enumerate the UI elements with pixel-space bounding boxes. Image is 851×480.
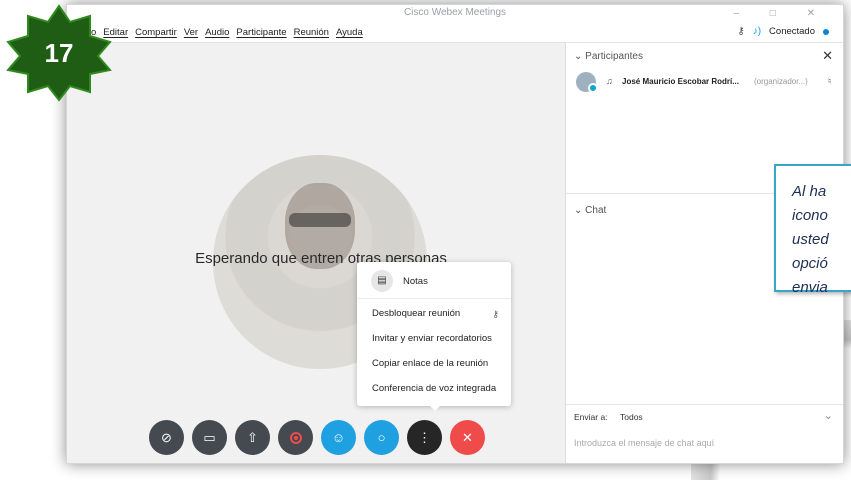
menu-participante[interactable]: Participante [236,27,286,38]
send-to-label: Enviar a: [574,412,608,422]
audio-connected-icon[interactable]: ♪) [753,26,761,37]
menu-bar: o Editar Compartir Ver Audio Participant… [67,23,843,43]
slide: Cisco Webex Meetings – □ ✕ o Editar Comp… [0,0,851,480]
video-button[interactable]: ▭ [192,420,227,455]
chat-icon: ○ [377,430,386,445]
chevron-down-icon[interactable]: ⌄ [824,409,833,422]
menu-reunion[interactable]: Reunión [294,27,329,38]
close-panel-icon[interactable]: ✕ [822,48,833,64]
title-bar: Cisco Webex Meetings – □ ✕ [67,5,843,23]
callout-text: Al ha icono usted opció envia [792,183,829,296]
lock-icon: ⚷ [492,309,499,319]
webex-window: Cisco Webex Meetings – □ ✕ o Editar Comp… [66,4,844,464]
meeting-controls: ⊘ ▭ ⇧ ☺ ○ ⋮ ✕ [149,420,485,455]
record-icon [289,431,302,444]
more-options-menu: ▤ Notas Desbloquear reunión ⚷ Invitar y … [357,262,511,406]
menu-item-voice-conference[interactable]: Conferencia de voz integrada [372,383,496,394]
menu-audio[interactable]: Audio [205,27,229,38]
key-icon[interactable]: ⚷ [737,26,744,37]
chat-header[interactable]: ⌄ Chat [574,205,606,216]
mic-icon[interactable]: ♮ [828,76,831,87]
menu-compartir[interactable]: Compartir [135,27,177,38]
meeting-stage: Esperando que entren otras personas ▤ No… [67,43,565,463]
participant-row[interactable]: ♫ José Mauricio Escobar Rodrí... (organi… [576,72,838,94]
menu-ver[interactable]: Ver [184,27,198,38]
chat-button[interactable]: ○ [364,420,399,455]
window-title: Cisco Webex Meetings [403,7,507,18]
chat-divider [566,404,843,405]
menu-item-invite[interactable]: Invitar y enviar recordatorios [372,333,492,344]
more-icon: ⋮ [418,429,431,445]
menu-item-unlock[interactable]: Desbloquear reunión [372,308,460,319]
connection-status: ⚷ ♪) Conectado [737,26,829,37]
menu-ayuda[interactable]: Ayuda [336,27,363,38]
camera-icon: ▭ [203,429,216,445]
participants-button[interactable]: ☺ [321,420,356,455]
chat-title: Chat [585,205,607,216]
mic-off-icon: ⊘ [161,429,172,445]
menu-item-copy-link[interactable]: Copiar enlace de la reunión [372,358,488,369]
status-dot-icon [823,28,829,35]
window-controls[interactable]: – □ ✕ [733,6,829,22]
notes-icon[interactable]: ▤ [371,270,393,292]
menu-divider [357,298,511,299]
headset-icon: ♫ [606,76,613,86]
chat-input[interactable] [574,433,836,453]
more-button[interactable]: ⋮ [407,420,442,455]
share-button[interactable]: ⇧ [235,420,270,455]
host-badge-icon [588,83,598,93]
callout-box: Al ha icono usted opció envia [774,164,851,296]
participants-icon: ☺ [331,430,346,445]
participants-title: Participantes [585,51,643,62]
share-icon: ⇧ [247,429,258,445]
participants-header[interactable]: ⌄ Participantes [574,51,643,62]
menu-pointer [429,405,441,411]
participant-name: José Mauricio Escobar Rodrí... [622,77,739,86]
send-to-select[interactable]: Todos [620,412,643,422]
close-icon: ✕ [462,429,473,445]
chevron-down-icon: ⌄ [574,205,583,216]
host-avatar-glasses [289,213,351,227]
end-meeting-button[interactable]: ✕ [450,420,485,455]
mute-button[interactable]: ⊘ [149,420,184,455]
connection-label: Conectado [769,26,815,37]
menu-items: o Editar Compartir Ver Audio Participant… [91,27,363,38]
step-number: 17 [44,38,74,68]
menu-item-notes[interactable]: Notas [403,276,428,287]
record-button[interactable] [278,420,313,455]
chevron-down-icon: ⌄ [574,51,583,62]
participant-role: (organizador...) [754,77,808,86]
